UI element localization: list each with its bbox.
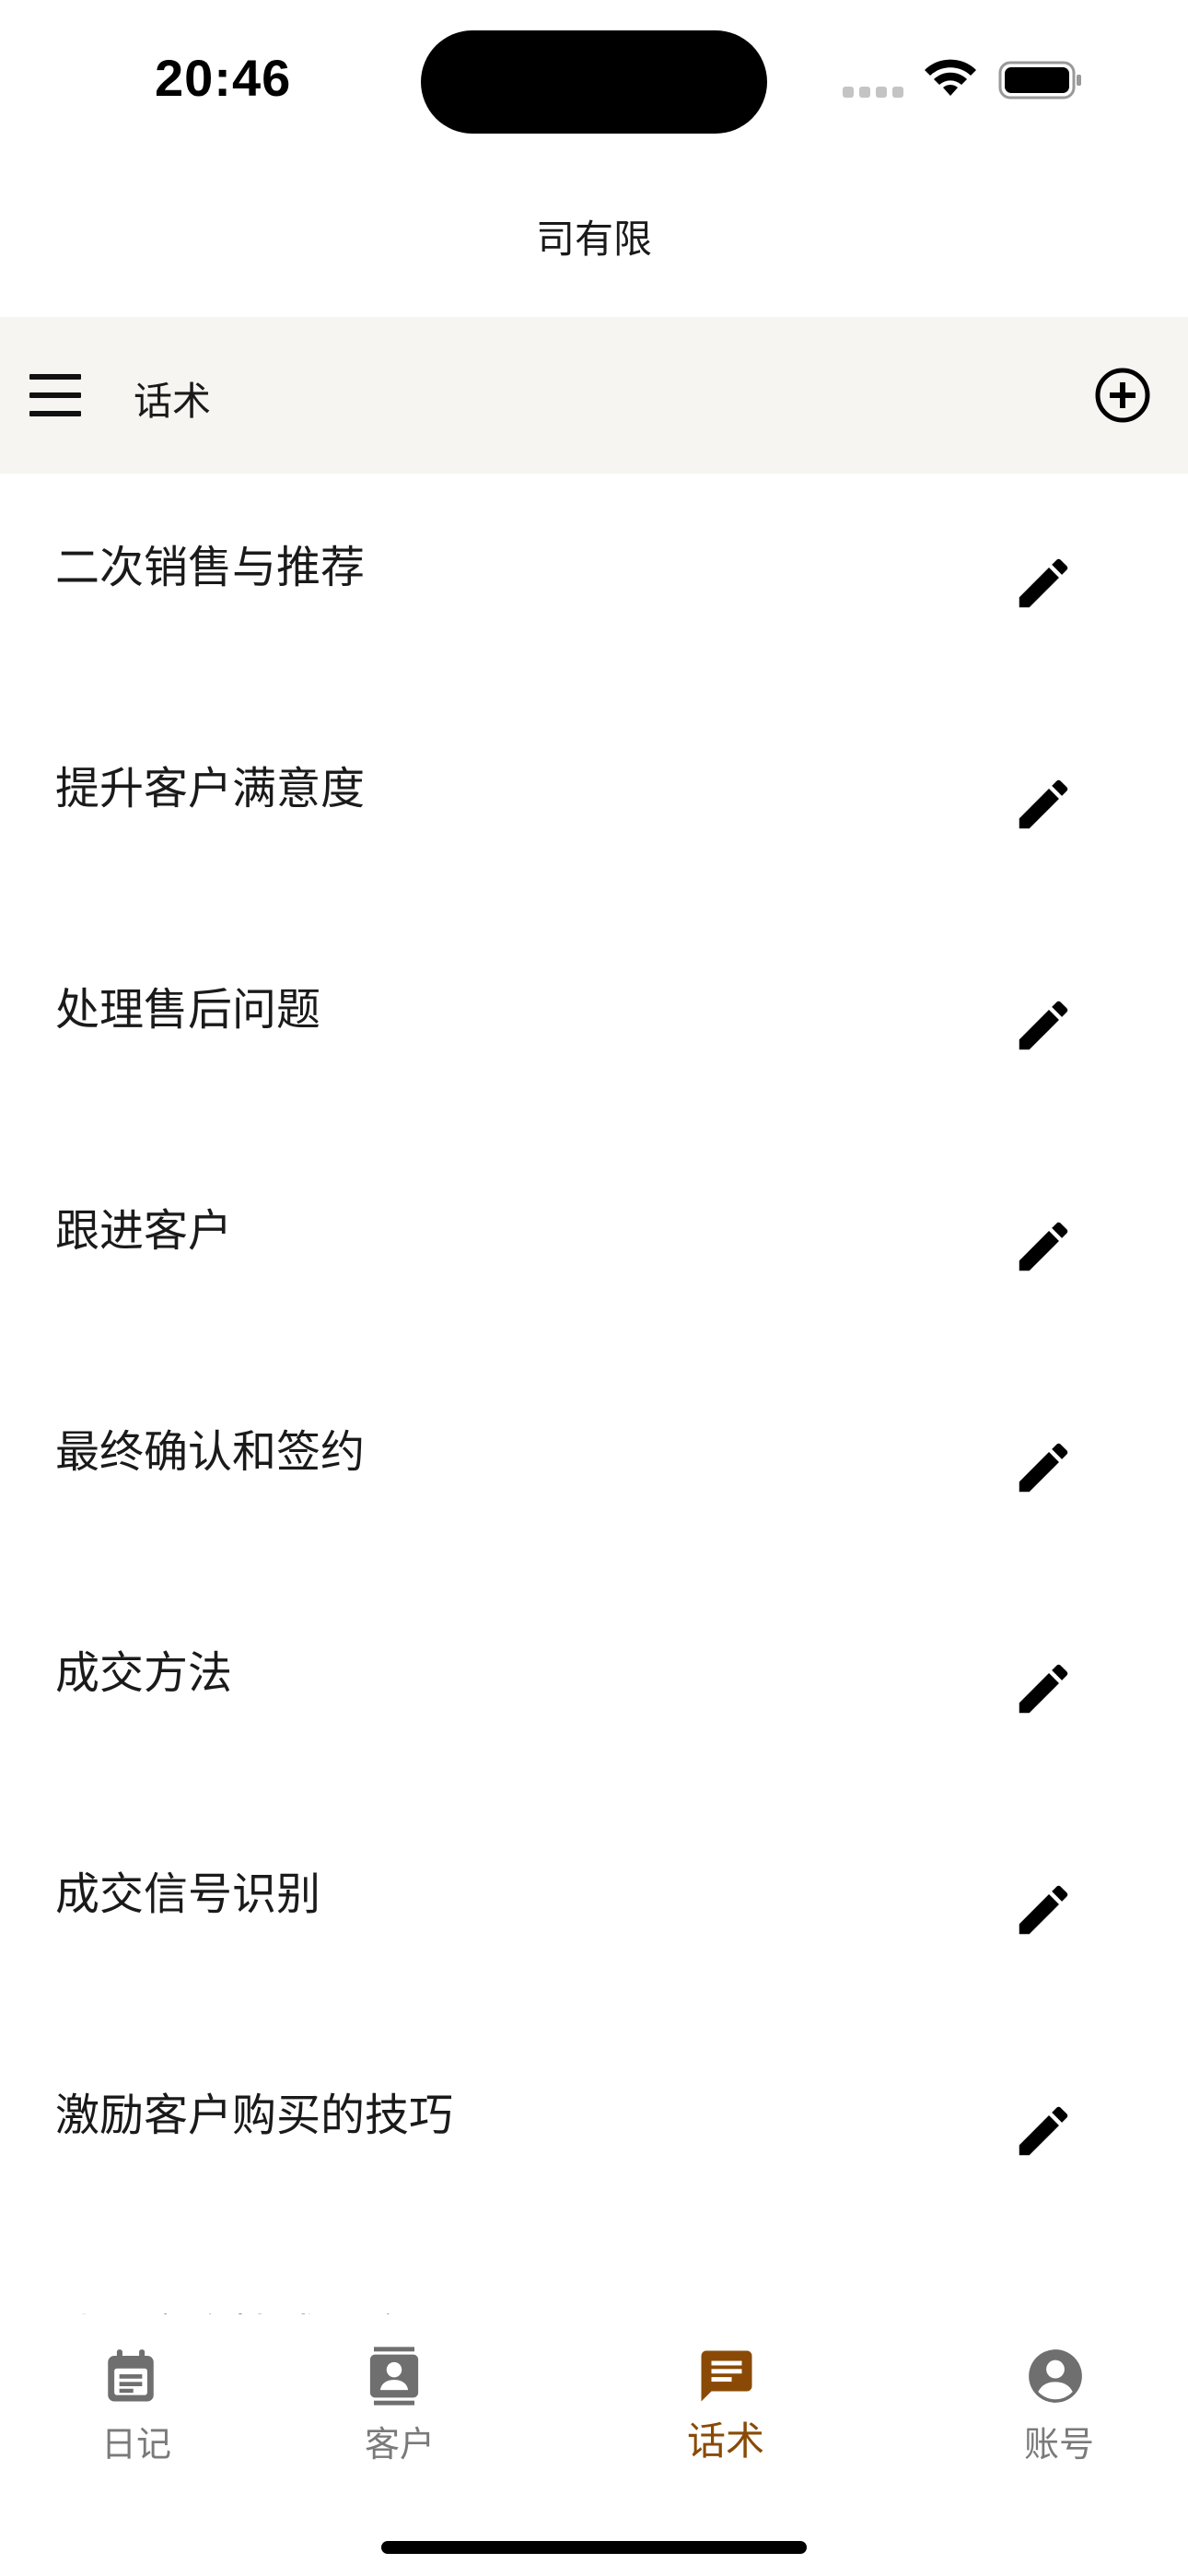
dynamic-island (421, 30, 767, 134)
cellular-signal-icon (843, 87, 903, 98)
calendar-note-icon (108, 2349, 154, 2402)
list-item[interactable]: 二次销售与推荐 (0, 474, 1188, 695)
list-item[interactable]: 最终确认和签约 (0, 1358, 1188, 1579)
list-item[interactable]: 跟进客户 (0, 1137, 1188, 1358)
list-item-label: 成交信号识别 (55, 1868, 321, 1920)
list-item[interactable]: 成交信号识别 (0, 1800, 1188, 2021)
battery-icon (998, 61, 1081, 100)
edit-pencil-icon[interactable] (1011, 1878, 1076, 1942)
nav-item-account[interactable]: 账号 (1004, 2314, 1107, 2480)
list-item-label: 处理客户情感反应 (55, 2300, 409, 2314)
nav-label: 客户 (365, 2424, 436, 2465)
list-item[interactable]: 成交方法 (0, 1579, 1188, 1800)
nav-label: 话术 (687, 2418, 765, 2464)
list-item-label: 跟进客户 (55, 1205, 233, 1257)
nav-item-scripts[interactable]: 话术 (672, 2314, 781, 2480)
status-bar: 20:46 (0, 0, 1188, 157)
toolbar: 话术 (0, 317, 1188, 474)
edit-pencil-icon[interactable] (1011, 993, 1076, 1058)
list-item-label: 提升客户满意度 (55, 763, 366, 814)
home-indicator (381, 2541, 807, 2554)
bottom-nav: 日记 客户 话术 账号 (0, 2314, 1188, 2576)
nav-item-customers[interactable]: 客户 (343, 2314, 446, 2480)
nav-label: 日记 (101, 2424, 172, 2465)
list-item[interactable]: 处理售后问题 (0, 916, 1188, 1137)
nav-item-diary[interactable]: 日记 (79, 2314, 182, 2480)
status-time: 20:46 (155, 49, 292, 107)
add-circle-icon[interactable] (1094, 367, 1151, 424)
page-title: 话术 (134, 379, 212, 424)
scripts-list: 二次销售与推荐 提升客户满意度 处理售后问题 跟进客户 最终确认和签约 成交方法 (0, 474, 1188, 2314)
app-title: 司有限 (535, 217, 652, 262)
nav-label: 账号 (1024, 2424, 1095, 2465)
edit-pencil-icon[interactable] (1011, 551, 1076, 615)
chat-message-icon (701, 2350, 752, 2402)
edit-pencil-icon[interactable] (1011, 1435, 1076, 1500)
edit-pencil-icon[interactable] (1011, 1214, 1076, 1279)
list-item-label: 激励客户购买的技巧 (55, 2090, 454, 2141)
edit-pencil-icon[interactable] (1011, 1657, 1076, 1721)
wifi-icon (925, 59, 976, 96)
hamburger-menu-icon[interactable] (29, 374, 81, 416)
list-item-label: 成交方法 (55, 1647, 233, 1699)
list-item-label: 最终确认和签约 (55, 1426, 366, 1478)
list-item[interactable]: 提升客户满意度 (0, 695, 1188, 916)
contacts-icon (369, 2347, 419, 2406)
list-item-label: 处理售后问题 (55, 984, 321, 1036)
edit-pencil-icon[interactable] (1011, 2099, 1076, 2163)
list-item-label: 二次销售与推荐 (55, 542, 366, 593)
list-item[interactable]: 处理客户情感反应 (0, 2242, 1188, 2314)
edit-pencil-icon[interactable] (1011, 772, 1076, 837)
list-item[interactable]: 激励客户购买的技巧 (0, 2021, 1188, 2242)
account-circle-icon (1029, 2349, 1082, 2403)
